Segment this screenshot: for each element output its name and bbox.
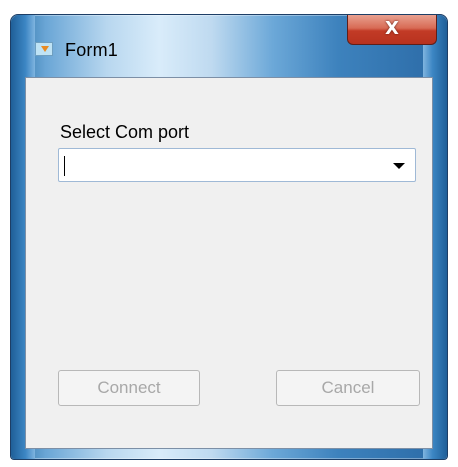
- chevron-down-icon[interactable]: [389, 157, 409, 175]
- connect-button[interactable]: Connect: [58, 370, 200, 406]
- title-bar[interactable]: Form1 X: [11, 15, 447, 77]
- window-title: Form1: [65, 40, 119, 60]
- close-icon: X: [385, 17, 399, 39]
- client-area: Select Com port Connect Cancel: [25, 77, 433, 449]
- select-com-port-label: Select Com port: [60, 122, 190, 142]
- dropdown-arrow-glyph: [393, 163, 405, 169]
- form1-window: Form1 X Select Com port Connect Cancel: [10, 14, 448, 460]
- close-button[interactable]: X: [347, 15, 437, 45]
- app-icon: [35, 42, 53, 56]
- com-port-combobox[interactable]: [58, 148, 416, 182]
- text-caret: [64, 156, 65, 176]
- cancel-button[interactable]: Cancel: [276, 370, 420, 406]
